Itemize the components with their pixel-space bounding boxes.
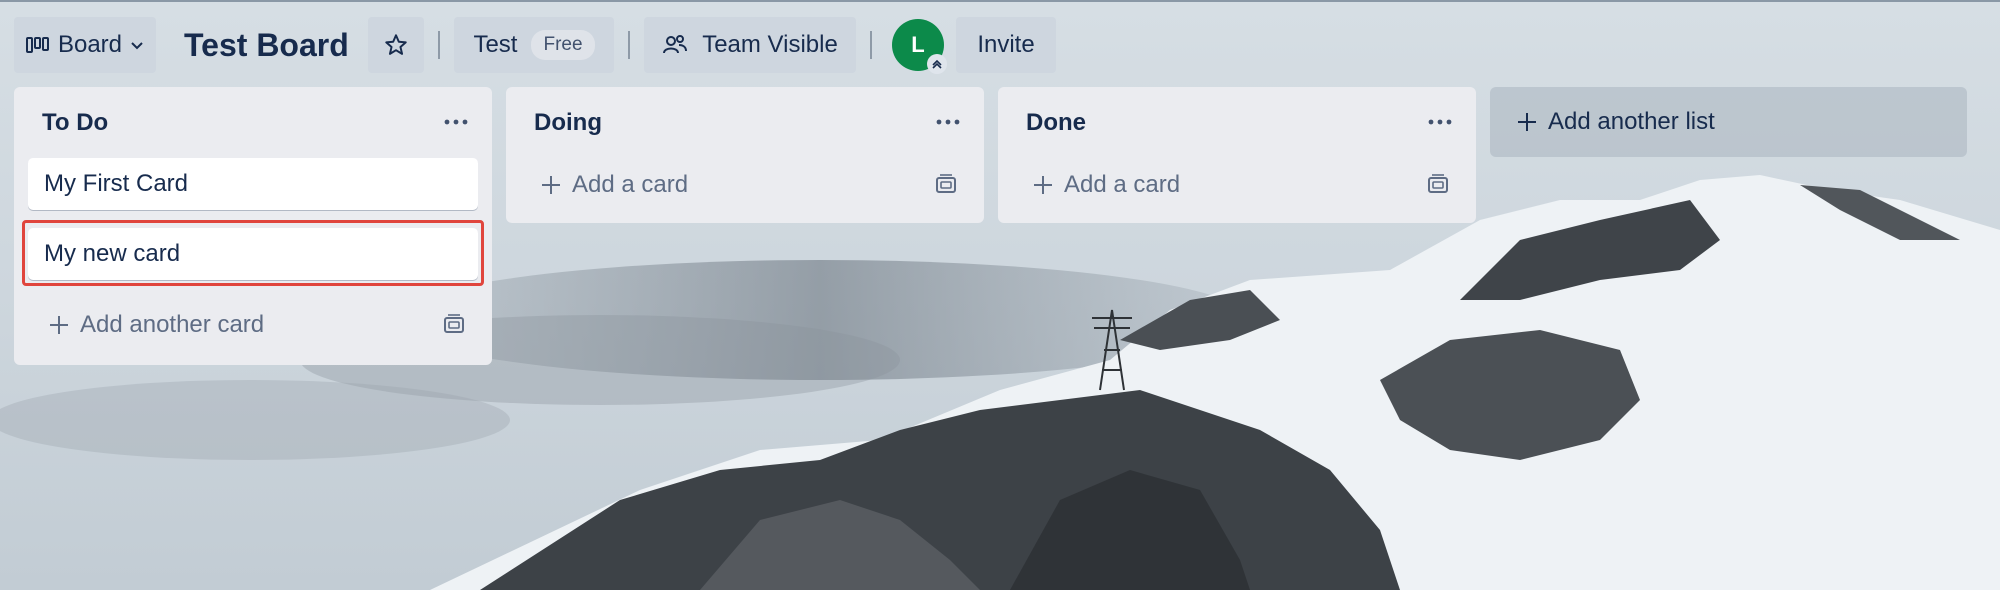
add-card-label: Add a card xyxy=(572,171,689,198)
list-doing: Doing Add a card xyxy=(506,87,984,223)
view-switcher-button[interactable]: Board xyxy=(14,17,156,73)
list-title[interactable]: To Do xyxy=(42,109,108,137)
invite-button[interactable]: Invite xyxy=(956,17,1056,73)
chevron-down-icon xyxy=(131,42,143,50)
workspace-name: Test xyxy=(473,31,518,58)
plus-icon xyxy=(542,176,560,194)
list-title[interactable]: Done xyxy=(1026,109,1086,137)
star-icon xyxy=(385,34,407,55)
plus-icon xyxy=(50,316,68,334)
plan-badge: Free xyxy=(531,30,595,60)
header-divider xyxy=(628,31,630,59)
header-divider xyxy=(438,31,440,59)
admin-badge-icon xyxy=(927,54,947,74)
visibility-label: Team Visible xyxy=(702,31,838,58)
card-highlight-box xyxy=(22,220,484,286)
add-card-label: Add a card xyxy=(1064,171,1181,198)
add-list-button[interactable]: Add another list xyxy=(1490,87,1967,157)
header-divider xyxy=(870,31,872,59)
add-card-button[interactable]: Add a card xyxy=(540,169,688,201)
board-title[interactable]: Test Board xyxy=(184,17,349,73)
card[interactable]: My First Card xyxy=(28,158,478,210)
board-icon xyxy=(25,37,49,53)
add-card-button[interactable]: Add another card xyxy=(48,309,264,341)
plus-icon xyxy=(1034,176,1052,194)
card-template-icon[interactable] xyxy=(442,314,466,336)
add-list-label: Add another list xyxy=(1548,108,1715,135)
avatar-initial: L xyxy=(911,32,925,57)
list-title[interactable]: Doing xyxy=(534,109,602,137)
workspace-button[interactable]: Test Free xyxy=(454,17,614,73)
list-menu-button[interactable] xyxy=(1424,107,1456,137)
window-top-border xyxy=(0,0,2000,2)
team-visibility-icon xyxy=(663,35,688,54)
list-done: Done Add a card xyxy=(998,87,1476,223)
more-horizontal-icon xyxy=(936,119,960,125)
more-horizontal-icon xyxy=(444,119,468,125)
card-template-icon[interactable] xyxy=(1426,174,1450,196)
visibility-button[interactable]: Team Visible xyxy=(644,17,856,73)
card-title: My First Card xyxy=(44,170,188,197)
star-board-button[interactable] xyxy=(368,17,424,73)
invite-label: Invite xyxy=(977,31,1035,58)
plus-icon xyxy=(1518,113,1536,131)
list-menu-button[interactable] xyxy=(932,107,964,137)
view-switcher-label: Board xyxy=(57,31,123,58)
more-horizontal-icon xyxy=(1428,119,1452,125)
list-menu-button[interactable] xyxy=(440,107,472,137)
member-avatar[interactable]: L xyxy=(892,19,947,74)
list-todo: To Do My First Card My new card Add anot… xyxy=(14,87,492,365)
add-card-button[interactable]: Add a card xyxy=(1032,169,1180,201)
card-template-icon[interactable] xyxy=(934,174,958,196)
add-card-label: Add another card xyxy=(80,311,265,338)
